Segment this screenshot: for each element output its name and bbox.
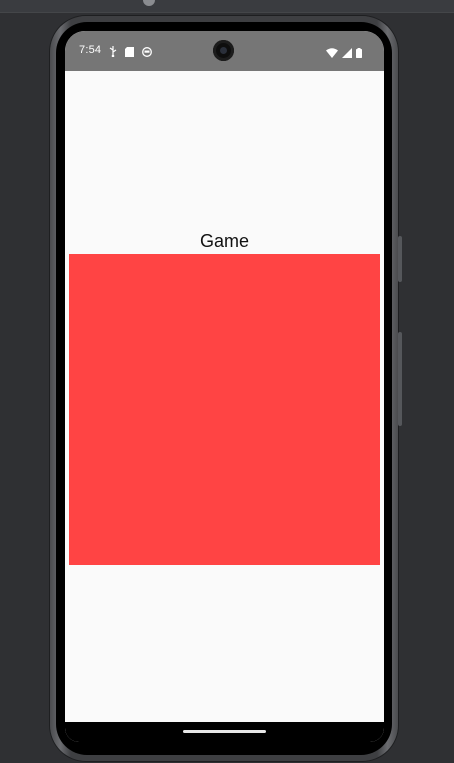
volume-rocker[interactable] [398,332,402,426]
power-button[interactable] [398,236,402,282]
page-title: Game [199,231,250,251]
device-screen: 7:54 Game [65,31,384,742]
signal-icon [342,45,352,63]
emulator-top-bar [0,0,454,13]
emulator-indicator-icon [143,0,155,6]
front-camera [213,40,234,61]
navigation-bar [65,722,384,742]
home-gesture-handle[interactable] [183,730,266,733]
usb-debug-icon [109,44,117,62]
status-notification-icons [109,44,152,62]
status-bar: 7:54 [65,31,384,71]
game-board[interactable] [69,254,380,565]
sd-card-icon [125,44,134,62]
wifi-icon [326,45,338,63]
app-notification-icon [142,44,152,62]
status-system-icons [326,45,362,63]
status-time: 7:54 [79,44,102,56]
battery-icon [356,45,362,63]
